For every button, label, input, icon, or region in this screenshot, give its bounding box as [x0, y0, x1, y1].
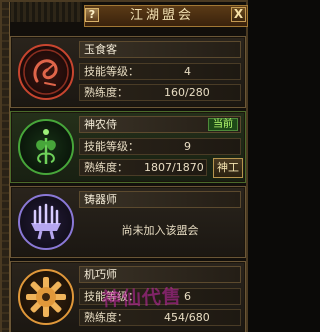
- guild-card-yushike[interactable]: 玉食客 技能等级： 4 熟练度： 160/280: [10, 36, 246, 108]
- skill-level-label: 技能等级：: [84, 290, 139, 303]
- guild-name: 机巧师: [84, 268, 117, 281]
- frame-left-decoration: [2, 2, 10, 332]
- forge-emblem-icon: [17, 193, 75, 251]
- help-button[interactable]: ?: [85, 8, 99, 22]
- proficiency-value: 454/680: [164, 311, 210, 324]
- skill-level-value: 6: [184, 290, 191, 303]
- guild-name-bar: 铸器师: [79, 191, 241, 208]
- shengong-button[interactable]: 神工: [213, 158, 243, 178]
- skill-level-label: 技能等级：: [84, 65, 139, 78]
- proficiency-value: 160/280: [164, 86, 210, 99]
- window-title: 江湖盟会: [129, 8, 194, 23]
- proficiency-label: 熟练度：: [84, 161, 128, 174]
- proficiency-row: 熟练度： 454/680: [79, 309, 241, 326]
- not-joined-notice: 尚未加入该盟会: [121, 224, 199, 237]
- guild-card-zhuqishi[interactable]: 铸器师 尚未加入该盟会: [10, 186, 246, 258]
- guild-card-jiqiaoshi[interactable]: 机巧师 技能等级： 6 熟练度： 454/680: [10, 261, 246, 332]
- guild-name: 玉食客: [84, 43, 117, 56]
- proficiency-value: 1807/1870: [144, 161, 204, 174]
- current-status-badge: 当前: [208, 118, 238, 131]
- guild-window: ? 江湖盟会 X 玉食客 技能等级： 4 熟练度： 160/280 神农侍 当前…: [0, 0, 248, 332]
- guild-name: 铸器师: [84, 193, 117, 206]
- skill-level-value: 9: [184, 140, 191, 153]
- guild-name-bar: 神农侍 当前: [79, 116, 241, 133]
- proficiency-row: 熟练度： 1807/1870: [79, 159, 207, 176]
- proficiency-row: 熟练度： 160/280: [79, 84, 241, 101]
- skill-level-row: 技能等级： 9: [79, 138, 241, 155]
- skill-level-row: 技能等级： 4: [79, 63, 241, 80]
- skill-level-value: 4: [184, 65, 191, 78]
- skill-level-label: 技能等级：: [84, 140, 139, 153]
- guild-name: 神农侍: [84, 118, 117, 131]
- skill-level-row: 技能等级： 6: [79, 288, 241, 305]
- dragon-emblem-icon: [17, 43, 75, 101]
- proficiency-label: 熟练度：: [84, 86, 128, 99]
- frame-top-decoration: [2, 2, 82, 22]
- guild-card-shennongshi[interactable]: 神农侍 当前 技能等级： 9 熟练度： 1807/1870 神工: [10, 111, 246, 183]
- guild-name-bar: 机巧师: [79, 266, 241, 283]
- herb-emblem-icon: [17, 118, 75, 176]
- guild-name-bar: 玉食客: [79, 41, 241, 58]
- proficiency-label: 熟练度：: [84, 311, 128, 324]
- close-button[interactable]: X: [231, 7, 246, 22]
- gear-emblem-icon: [17, 268, 75, 326]
